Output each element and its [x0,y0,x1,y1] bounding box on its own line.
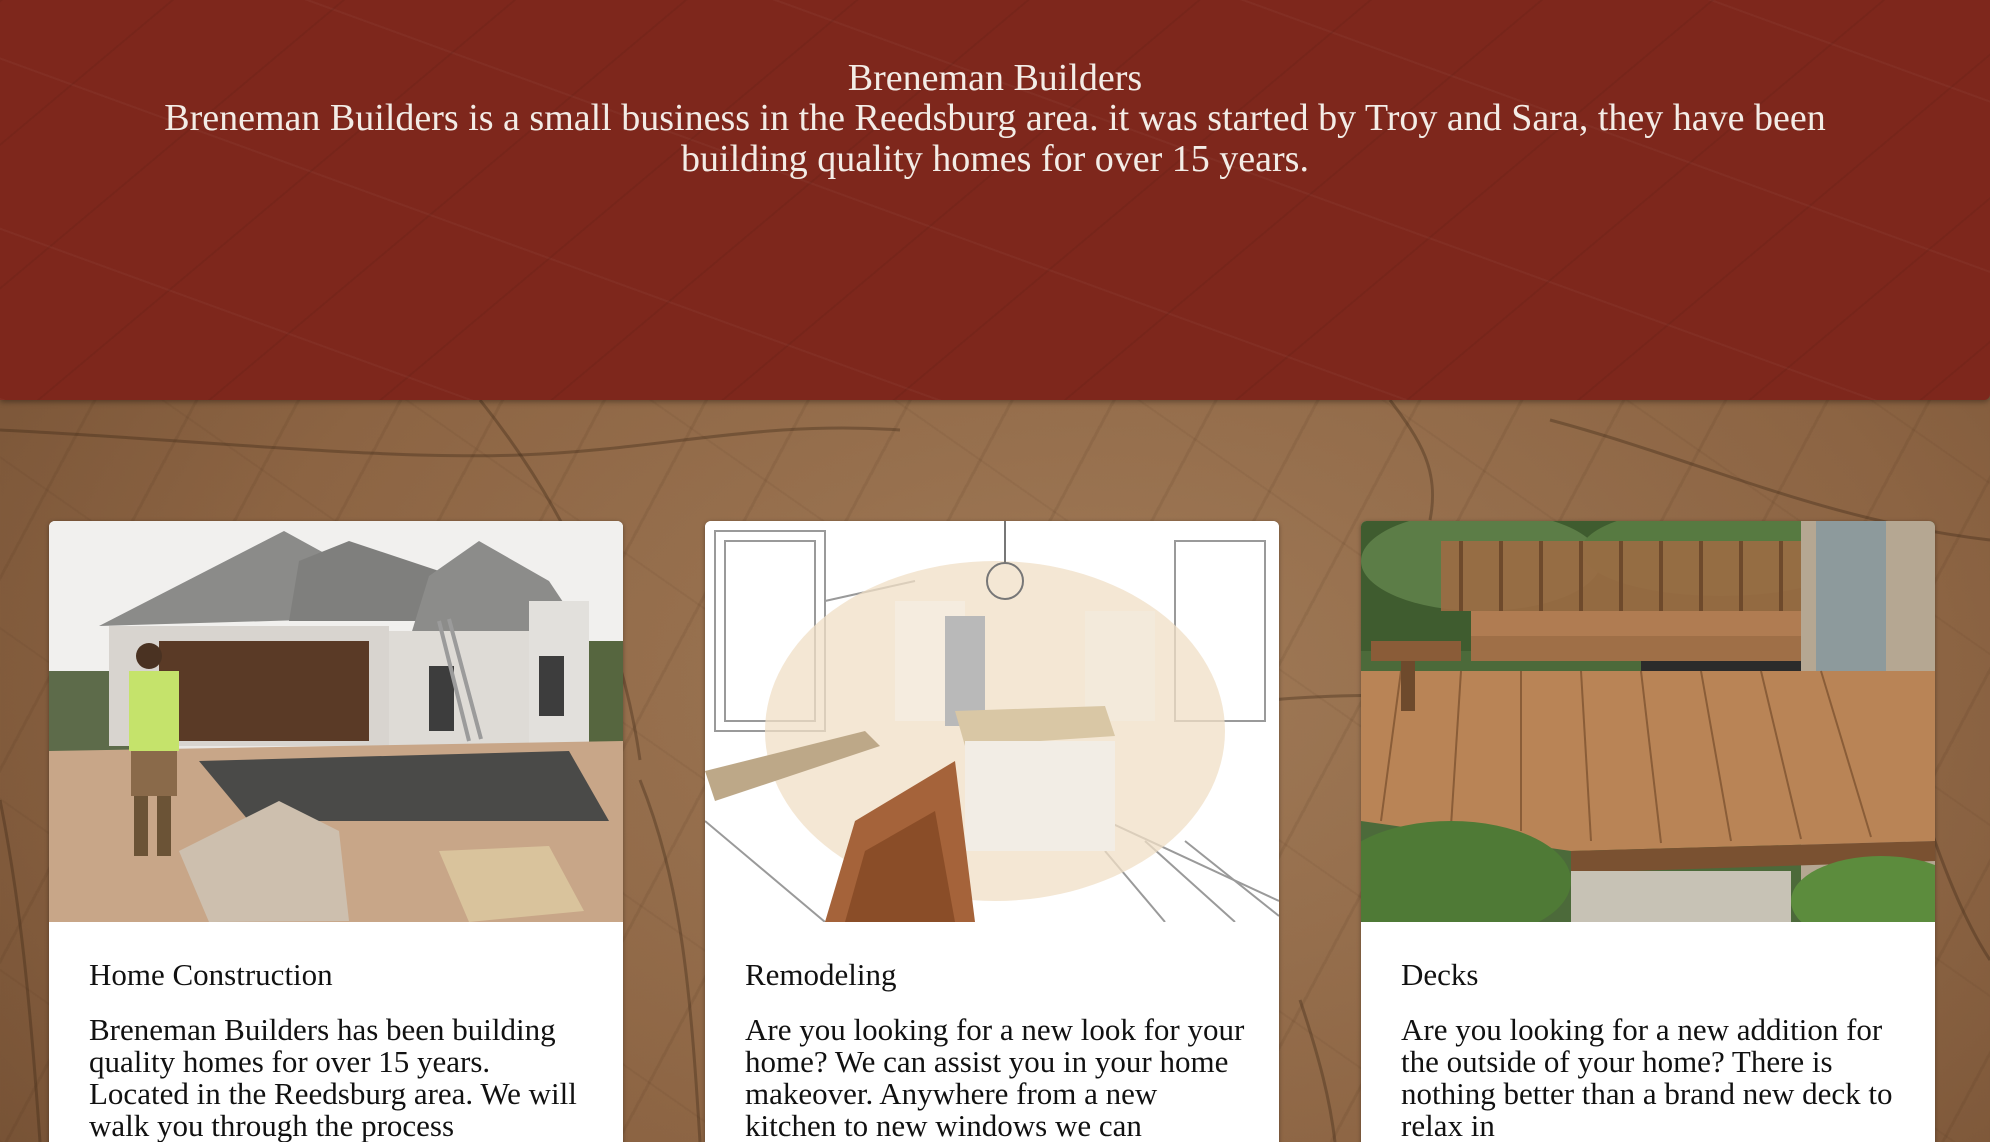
card-text: Are you looking for a new addition for t… [1401,1012,1893,1142]
card-text: Are you looking for a new look for your … [745,1012,1245,1142]
card-title: Remodeling [745,957,897,992]
service-card-remodeling: Remodeling Are you looking for a new loo… [705,521,1279,1142]
site-description: Breneman Builders is a small business in… [164,97,1826,180]
service-card-decks: Decks Are you looking for a new addition… [1361,521,1935,1142]
site-header: Breneman Builders Breneman Builders is a… [0,0,1990,400]
home-construction-image [49,521,623,922]
deck-image [1361,521,1935,922]
card-text: Breneman Builders has been building qual… [89,1012,577,1142]
remodeling-kitchen-image [705,521,1279,922]
card-title: Home Construction [89,957,333,992]
service-card-home-construction: Home Construction Breneman Builders has … [49,521,623,1142]
site-title: Breneman Builders [847,57,1143,99]
card-title: Decks [1401,957,1479,992]
